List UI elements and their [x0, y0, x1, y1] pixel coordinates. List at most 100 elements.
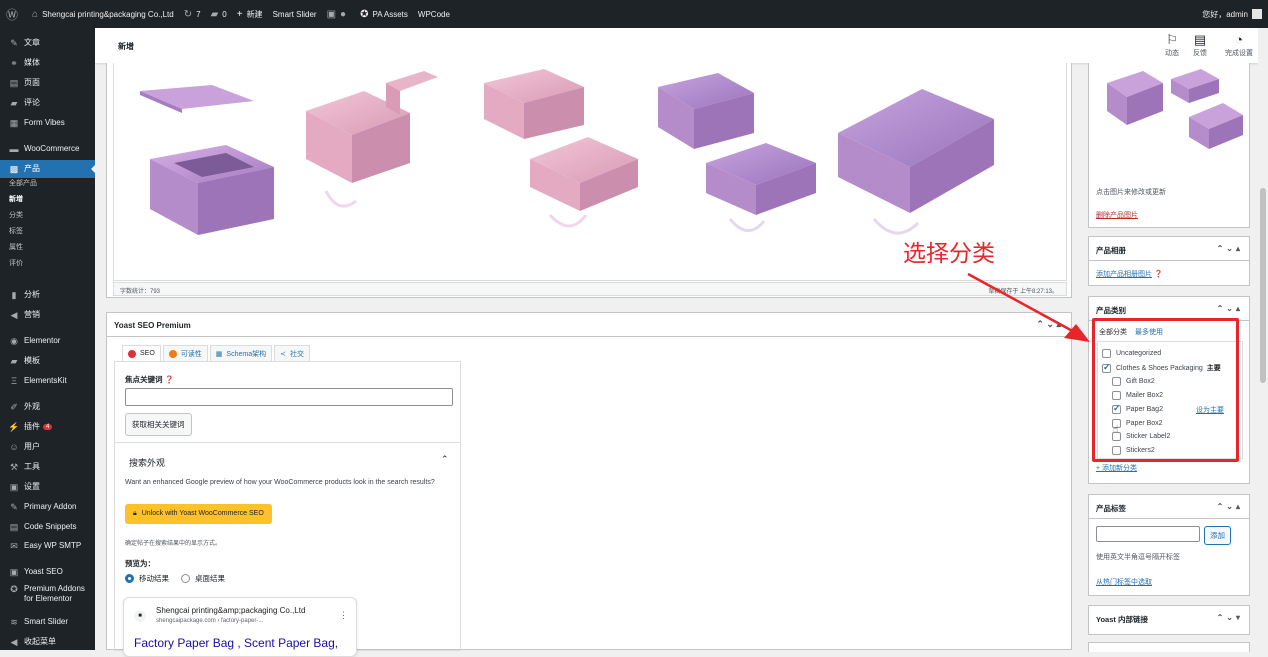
sidebar-item-mail[interactable]: ✉ Easy WP SMTP — [0, 537, 95, 555]
sidebar-item-premium[interactable]: ✪ Premium Addons for Elementor — [0, 584, 95, 612]
sidebar-item-slider[interactable]: ≋ Smart Slider — [0, 613, 95, 631]
plus-icon: + — [236, 8, 243, 20]
wpcode-link[interactable]: WPCode — [418, 10, 450, 19]
product-tags-panel: 产品标签 ⌃⌄▴ 添加 使用英文半角逗号隔开标签 从热门标签中选取 — [1088, 494, 1250, 596]
sidebar-item-yoast[interactable]: ▣ Yoast SEO — [0, 563, 95, 581]
sidebar-item-ek[interactable]: Ξ ElementsKit — [0, 372, 95, 390]
sidebar-item-product[interactable]: ▩ 产品 — [0, 160, 96, 178]
add-new-category-link[interactable]: + 添加新分类 — [1096, 463, 1137, 473]
wrench-icon: ⚒ — [9, 461, 19, 472]
tab-social[interactable]: ≺ 社交 — [274, 345, 310, 361]
sidebar-item-chart[interactable]: ▮ 分析 — [0, 286, 95, 304]
folder-icon: ▰ — [10, 355, 18, 366]
next-panel — [1088, 642, 1250, 652]
feedback-button[interactable]: ▤ 反馈 — [1185, 32, 1215, 58]
sidebar-item-label: 收起菜单 — [24, 637, 56, 646]
choose-popular-tags-link[interactable]: 从热门标签中选取 — [1096, 577, 1152, 587]
updates-link[interactable]: ↻ 7 — [184, 9, 201, 20]
panel-move-arrows-icon[interactable]: ⌃⌄▴ — [1217, 304, 1243, 313]
comments-link[interactable]: ▰ 0 — [211, 9, 227, 20]
sidebar-item-label: Code Snippets — [24, 522, 77, 531]
feedback-icon: ▤ — [1193, 32, 1207, 47]
panel-move-arrows-icon[interactable]: ⌃⌄▴ — [1217, 502, 1243, 511]
sidebar-item-woo[interactable]: ▬ WooCommerce — [0, 140, 95, 158]
sidebar-item-label: Elementor — [24, 336, 61, 345]
scrollbar-thumb[interactable] — [1260, 188, 1266, 383]
slider-icon: ≋ — [10, 616, 18, 627]
sidebar-item-user[interactable]: ☺ 用户 — [0, 438, 95, 456]
yoast-panel-header[interactable]: Yoast SEO Premium ⌃ ⌄ ▴ — [107, 313, 1071, 337]
share-icon: ≺ — [280, 350, 286, 358]
help-icon[interactable]: ❓ — [165, 375, 174, 384]
add-tag-button[interactable]: 添加 — [1204, 526, 1231, 545]
account-menu[interactable]: 您好，admin — [1202, 0, 1262, 28]
submenu-item[interactable]: 属性 — [0, 242, 95, 252]
highlight-box — [1092, 318, 1239, 462]
yoast-internal-links-header[interactable]: Yoast 内部链接 ⌃⌄▾ — [1089, 606, 1249, 630]
sidebar-item-elementor[interactable]: ◉ Elementor — [0, 332, 95, 350]
product-image-thumbnail[interactable] — [1097, 63, 1243, 163]
sidebar-item-media[interactable]: ⚭ 媒体 — [0, 54, 95, 72]
sidebar-item-label: 工具 — [24, 462, 40, 471]
sidebar-item-label: Form Vibes — [24, 118, 65, 127]
submenu-item[interactable]: 全部产品 — [0, 178, 95, 188]
submenu-item[interactable]: 标签 — [0, 226, 95, 236]
search-appearance-heading[interactable]: 搜索外观 — [129, 456, 165, 469]
sidebar-item-code[interactable]: ▤ Code Snippets — [0, 518, 95, 536]
submenu-item[interactable]: 分类 — [0, 210, 95, 220]
get-related-keywords-button[interactable]: 获取相关关键词 — [125, 413, 192, 436]
collapse-icon: ◀ — [10, 636, 18, 647]
sidebar-item-wrench[interactable]: ⚒ 工具 — [0, 458, 95, 476]
finish-setup-button[interactable]: ◔ 完成设置 — [1219, 32, 1259, 58]
product-gallery-header[interactable]: 产品相册 ⌃⌄▴ — [1089, 237, 1249, 261]
product-gallery-panel: 产品相册 ⌃⌄▴ 添加产品相册图片 ❓ — [1088, 236, 1250, 286]
sidebar-item-plugin[interactable]: ⚡ 插件 4 — [0, 418, 95, 436]
site-name-link[interactable]: ⌂ Shengcai printing&packaging Co.,Ltd — [32, 9, 174, 20]
tab-seo[interactable]: SEO — [122, 345, 161, 361]
mobile-radio[interactable] — [125, 574, 134, 583]
media-icon: ⚭ — [10, 57, 18, 68]
yoast-internal-links-panel: Yoast 内部链接 ⌃⌄▾ — [1088, 605, 1250, 635]
focus-keyword-input[interactable] — [125, 388, 453, 406]
sidebar-item-comment[interactable]: ▰ 评论 — [0, 94, 95, 112]
new-link[interactable]: + 新建 — [237, 9, 263, 20]
sidebar-item-collapse[interactable]: ◀ 收起菜单 — [0, 633, 95, 651]
refresh-icon: ↻ — [183, 8, 193, 20]
panel-move-arrows-icon[interactable]: ⌃⌄▾ — [1217, 613, 1243, 622]
user-icon: ☺ — [9, 442, 19, 452]
sidebar-item-megaphone[interactable]: ◀ 营销 — [0, 306, 95, 324]
sidebar-item-label: ElementsKit — [24, 376, 67, 385]
product-tags-header[interactable]: 产品标签 ⌃⌄▴ — [1089, 495, 1249, 519]
remove-product-image-link[interactable]: 删除产品图片 — [1096, 210, 1138, 220]
smart-slider-link[interactable]: Smart Slider — [273, 10, 317, 19]
add-gallery-images: 添加产品相册图片 ❓ — [1096, 271, 1163, 278]
tab-schema[interactable]: ▦ Schema架构 — [209, 345, 273, 361]
unlock-woocommerce-seo-button[interactable]: 🔒︎ Unlock with Yoast WooCommerce SEO — [125, 504, 272, 524]
activity-button[interactable]: ⚐ 动态 — [1157, 32, 1187, 58]
sidebar-item-brush[interactable]: ✐ 外观 — [0, 398, 95, 416]
page-scrollbar[interactable] — [1258, 28, 1268, 650]
yoast-link[interactable]: ▣ ● — [327, 9, 351, 20]
submenu-item[interactable]: 新增 — [0, 194, 95, 204]
sidebar-item-form[interactable]: ▦ Form Vibes — [0, 114, 95, 132]
more-options-icon[interactable]: ⋮ — [339, 610, 348, 621]
sidebar-item-label: 媒体 — [24, 58, 40, 67]
desktop-radio[interactable] — [181, 574, 190, 583]
wordpress-logo-icon[interactable]: Ⓦ — [6, 6, 22, 23]
sidebar-item-label: 插件 — [24, 422, 40, 431]
sidebar-item-pin[interactable]: ✎ 文章 — [0, 34, 95, 52]
sidebar-item-addon[interactable]: ✎ Primary Addon — [0, 498, 95, 516]
pa-assets-link[interactable]: ✪ PA Assets — [360, 9, 408, 20]
submenu-item[interactable]: 评价 — [0, 258, 95, 268]
sidebar-item-settings[interactable]: ▣ 设置 — [0, 478, 95, 496]
sidebar-item-page[interactable]: ▤ 页面 — [0, 74, 95, 92]
tag-input[interactable] — [1096, 526, 1200, 542]
pin-icon: ✎ — [10, 37, 18, 48]
sidebar-item-folder[interactable]: ▰ 模板 — [0, 352, 95, 370]
tag-hint: 使用英文半角逗号隔开标签 — [1096, 554, 1180, 561]
panel-move-arrows-icon[interactable]: ⌃⌄▴ — [1217, 244, 1243, 253]
help-icon[interactable]: ❓ — [1154, 271, 1163, 278]
chevron-up-icon[interactable]: ⌃ — [441, 454, 449, 465]
annotation-text: 选择分类 — [903, 241, 995, 267]
tab-readability[interactable]: 可读性 — [162, 345, 208, 361]
